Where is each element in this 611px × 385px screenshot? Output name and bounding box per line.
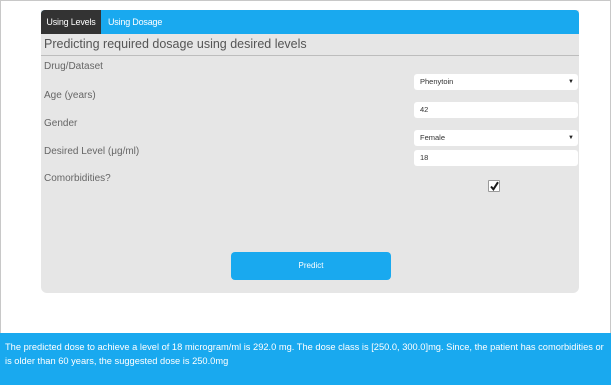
- desired-level-label: Desired Level (μg/ml): [44, 146, 140, 157]
- desired-level-input[interactable]: 18: [414, 150, 578, 166]
- prediction-result-message: The predicted dose to achieve a level of…: [0, 333, 611, 385]
- gender-value: Female: [420, 133, 446, 142]
- age-value: 42: [420, 105, 429, 114]
- title-divider: [41, 55, 579, 56]
- gender-select[interactable]: Female ▼: [414, 130, 578, 146]
- drug-dataset-select[interactable]: Phenytoin ▼: [414, 74, 578, 90]
- desired-level-value: 18: [420, 153, 429, 162]
- drug-dataset-value: Phenytoin: [420, 77, 454, 86]
- tab-using-dosage[interactable]: Using Dosage: [108, 10, 162, 34]
- caret-down-icon: ▼: [568, 79, 574, 85]
- predict-button[interactable]: Predict: [231, 252, 391, 280]
- drug-dataset-label: Drug/Dataset: [44, 61, 103, 72]
- gender-label: Gender: [44, 118, 78, 129]
- comorbidities-checkbox[interactable]: [488, 180, 500, 192]
- form-title: Predicting required dosage using desired…: [44, 37, 307, 51]
- caret-down-icon: ▼: [568, 135, 574, 141]
- tab-using-levels[interactable]: Using Levels: [41, 10, 101, 34]
- tab-bar: Using Levels Using Dosage: [41, 10, 579, 34]
- checkmark-icon: [490, 181, 499, 191]
- age-label: Age (years): [44, 90, 96, 101]
- comorbidities-label: Comorbidities?: [44, 173, 111, 184]
- prediction-form-card: Using Levels Using Dosage Predicting req…: [41, 10, 579, 293]
- age-input[interactable]: 42: [414, 102, 578, 118]
